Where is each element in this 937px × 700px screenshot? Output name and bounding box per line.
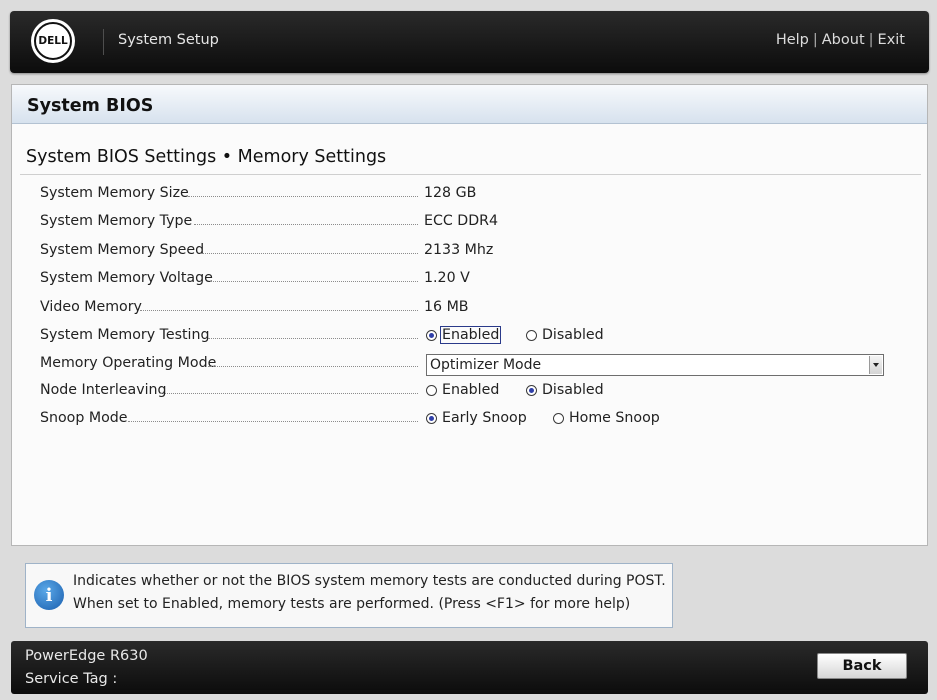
radio-selected-icon xyxy=(526,384,537,396)
help-text-line: When set to Enabled, memory tests are pe… xyxy=(73,596,631,612)
setting-row-node-interleaving: Node Interleaving Enabled Disabled xyxy=(40,382,910,404)
radio-unselected-icon xyxy=(526,329,537,341)
setting-value: 16 MB xyxy=(424,299,469,315)
dotted-leader xyxy=(160,393,418,394)
node-interleaving-enabled-radio[interactable]: Enabled xyxy=(426,382,500,398)
setting-value: 128 GB xyxy=(424,185,477,201)
app-title: System Setup xyxy=(118,32,219,48)
header-divider xyxy=(103,29,104,55)
help-link[interactable]: Help xyxy=(776,32,809,48)
section-divider xyxy=(20,174,921,175)
setting-value: 2133 Mhz xyxy=(424,242,494,258)
setting-label: Video Memory xyxy=(40,299,142,315)
info-icon: i xyxy=(34,580,64,610)
setting-row-memory-voltage: System Memory Voltage 1.20 V xyxy=(40,270,910,292)
setting-label: System Memory Size xyxy=(40,185,189,201)
header-bar: DELL System Setup Help | About | Exit xyxy=(10,11,929,73)
link-separator: | xyxy=(812,32,818,48)
setting-label: System Memory Type xyxy=(40,213,193,229)
setting-label: System Memory Testing xyxy=(40,327,210,343)
setting-row-memory-speed: System Memory Speed 2133 Mhz xyxy=(40,242,910,264)
select-value: Optimizer Mode xyxy=(430,357,542,373)
dotted-leader xyxy=(194,224,418,225)
help-text-line: Indicates whether or not the BIOS system… xyxy=(73,573,666,589)
setting-value: ECC DDR4 xyxy=(424,213,499,229)
setting-row-memory-type: System Memory Type ECC DDR4 xyxy=(40,213,910,235)
operating-mode-select[interactable]: Optimizer Mode xyxy=(426,354,884,376)
radio-label: Enabled xyxy=(439,326,502,344)
dell-logo-text: DELL xyxy=(34,22,72,60)
back-button[interactable]: Back xyxy=(817,653,907,679)
radio-label: Early Snoop xyxy=(442,410,527,426)
early-snoop-radio[interactable]: Early Snoop xyxy=(426,410,528,426)
setting-row-memory-testing: System Memory Testing Enabled Disabled xyxy=(40,326,910,349)
setting-row-video-memory: Video Memory 16 MB xyxy=(40,299,910,321)
setting-row-snoop-mode: Snoop Mode Early Snoop Home Snoop xyxy=(40,410,910,432)
dell-logo: DELL xyxy=(31,19,75,63)
radio-selected-icon xyxy=(426,329,437,341)
help-box: i Indicates whether or not the BIOS syst… xyxy=(25,563,673,628)
radio-selected-icon xyxy=(426,412,437,424)
dotted-leader xyxy=(140,310,418,311)
node-interleaving-disabled-radio[interactable]: Disabled xyxy=(526,382,605,398)
radio-label: Home Snoop xyxy=(569,410,660,426)
radio-unselected-icon xyxy=(553,412,564,424)
system-model: PowerEdge R630 xyxy=(25,648,148,664)
setting-row-memory-size: System Memory Size 128 GB xyxy=(40,185,910,207)
setting-label: Snoop Mode xyxy=(40,410,128,426)
home-snoop-radio[interactable]: Home Snoop xyxy=(553,410,661,426)
link-separator: | xyxy=(868,32,874,48)
setting-label: System Memory Voltage xyxy=(40,270,213,286)
radio-label: Disabled xyxy=(542,382,604,398)
dotted-leader xyxy=(210,281,418,282)
setting-label: Node Interleaving xyxy=(40,382,167,398)
memory-testing-disabled-radio[interactable]: Disabled xyxy=(526,327,605,343)
setting-value: 1.20 V xyxy=(424,270,470,286)
footer-bar: PowerEdge R630 Service Tag : Back xyxy=(11,641,928,694)
page-title-bar: System BIOS xyxy=(12,85,927,124)
service-tag: Service Tag : xyxy=(25,671,118,687)
setting-label: System Memory Speed xyxy=(40,242,205,258)
dropdown-arrow-icon[interactable] xyxy=(869,356,882,374)
memory-testing-enabled-radio[interactable]: Enabled xyxy=(426,326,502,344)
dotted-leader xyxy=(208,338,418,339)
dotted-leader xyxy=(188,196,418,197)
exit-link[interactable]: Exit xyxy=(878,32,905,48)
header-links: Help | About | Exit xyxy=(776,32,905,48)
dotted-leader xyxy=(128,421,418,422)
page-title: System BIOS xyxy=(27,96,154,116)
settings-panel: System BIOS System BIOS Settings • Memor… xyxy=(11,84,928,546)
setting-label: Memory Operating Mode xyxy=(40,355,217,371)
section-title: System BIOS Settings • Memory Settings xyxy=(26,147,387,167)
radio-label: Enabled xyxy=(442,382,500,398)
dotted-leader xyxy=(202,253,418,254)
radio-unselected-icon xyxy=(426,384,437,396)
about-link[interactable]: About xyxy=(822,32,865,48)
setting-row-operating-mode: Memory Operating Mode Optimizer Mode xyxy=(40,354,910,377)
radio-label: Disabled xyxy=(542,327,604,343)
dotted-leader xyxy=(208,366,418,367)
